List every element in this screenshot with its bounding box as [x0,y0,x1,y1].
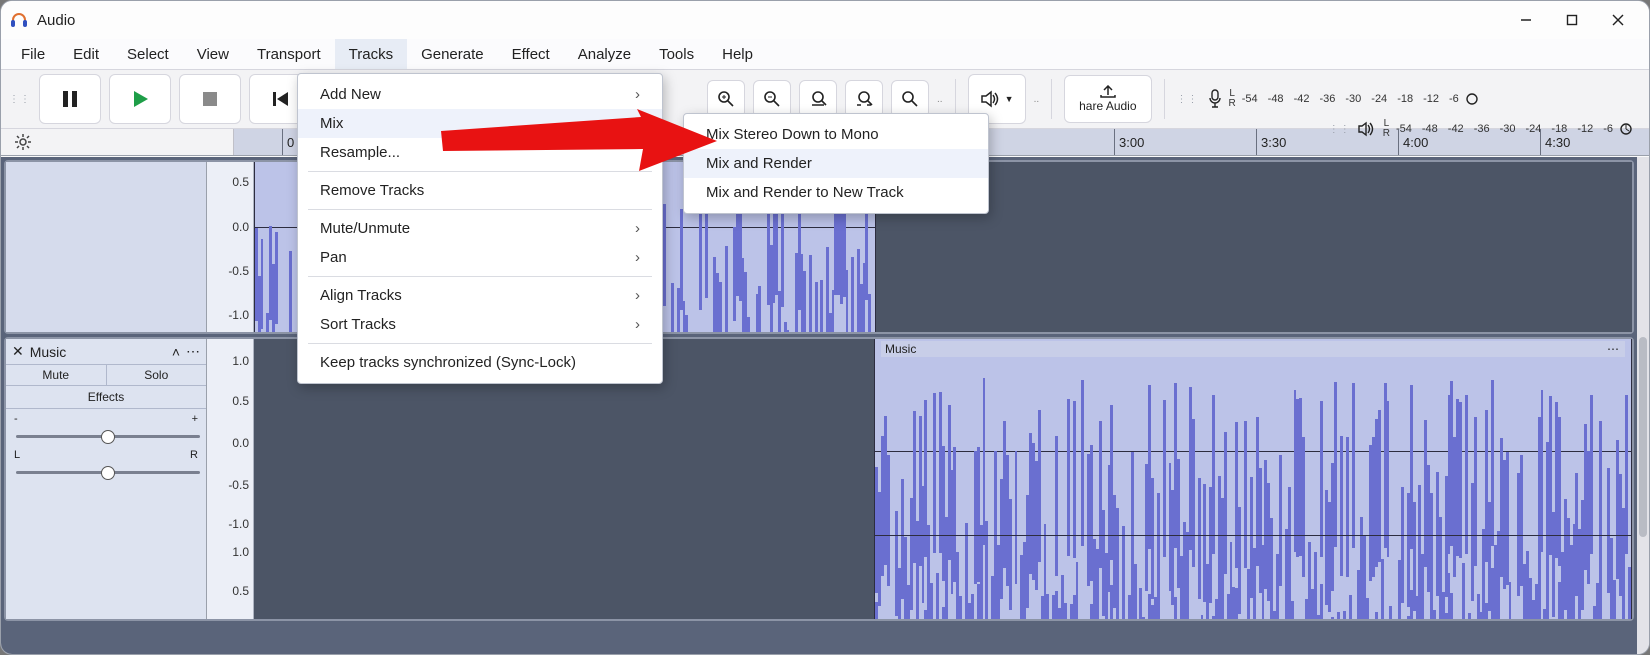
tracks-menu-item[interactable]: Mix› [298,109,662,138]
menu-view[interactable]: View [183,39,243,69]
toolbar-overflow[interactable]: .. [937,94,943,105]
track-1-panel [6,162,207,332]
tracks-menu-item[interactable]: Keep tracks synchronized (Sync-Lock) [298,348,662,377]
scrollbar-thumb[interactable] [1639,337,1647,537]
vertical-scrollbar[interactable] [1637,157,1649,654]
tracks-menu-item[interactable]: Add New› [298,80,662,109]
app-icon [9,10,29,30]
share-audio-label: hare Audio [1079,99,1136,113]
track-1-vscale: 0.5 0.0 -0.5 -1.0 [207,162,254,332]
app-window: Audio FileEditSelectViewTransportTracksG… [0,0,1650,655]
window-title: Audio [37,12,75,29]
stop-button[interactable] [179,74,241,124]
tracks-menu-item[interactable]: Mute/Unmute› [298,214,662,243]
menu-analyze[interactable]: Analyze [564,39,645,69]
menu-tracks[interactable]: Tracks [335,39,407,69]
maximize-button[interactable] [1549,1,1595,39]
close-button[interactable] [1595,1,1641,39]
upload-icon [1099,85,1117,99]
track-2-clip[interactable]: Music ⋯ [874,339,1632,619]
menu-effect[interactable]: Effect [498,39,564,69]
toolbar-grip[interactable]: ⋮⋮ [9,94,31,105]
timeline-tick: 4:00 [1398,129,1428,155]
track-2-menu-icon[interactable]: ⋯ [186,343,200,360]
tracks-menu: Add New›Mix›Resample... Remove Tracks Mute… [297,73,663,384]
mix-submenu-item[interactable]: Mix and Render [684,149,988,178]
track-2-effects-button[interactable]: Effects [6,386,206,409]
track-2-solo-button[interactable]: Solo [107,365,207,385]
track-2-clip-label: Music [885,342,916,356]
pause-button[interactable] [39,74,101,124]
menubar: FileEditSelectViewTransportTracksGenerat… [1,39,1649,69]
tracks-menu-item[interactable]: Align Tracks› [298,281,662,310]
track-2-pan-slider[interactable] [16,471,200,474]
titlebar: Audio [1,1,1649,39]
minimize-button[interactable] [1503,1,1549,39]
timeline-tick: 0 [282,129,294,155]
track-2-clip-menu-icon[interactable]: ⋯ [1607,342,1621,356]
track-2-close-icon[interactable]: ✕ [12,343,24,360]
record-meter[interactable]: LR -54-48-42-36-30-24-18-12-6 [1207,89,1479,109]
tracks-menu-item[interactable]: Resample... [298,138,662,167]
track-2-vscale: 1.0 0.5 0.0 -0.5 -1.0 1.0 0.5 [207,339,254,619]
track-2-panel: ✕ Music ˄ ⋯ Mute Solo Effects -+ LR [6,339,207,619]
menu-help[interactable]: Help [708,39,767,69]
play-button[interactable] [109,74,171,124]
mix-submenu-item[interactable]: Mix and Render to New Track [684,178,988,207]
menu-generate[interactable]: Generate [407,39,498,69]
menu-edit[interactable]: Edit [59,39,113,69]
share-audio-button[interactable]: hare Audio [1064,75,1151,123]
timeline-options-button[interactable] [1,129,234,155]
track-2-mute-button[interactable]: Mute [6,365,107,385]
menu-transport[interactable]: Transport [243,39,335,69]
track-2-collapse-icon[interactable]: ˄ [172,344,180,360]
mix-submenu: Mix Stereo Down to MonoMix and RenderMix… [683,113,989,214]
meter-grip-1[interactable]: ⋮⋮ [1177,94,1199,105]
tracks-area: 0.5 0.0 -0.5 -1.0 ✕ Music ˄ ⋯ [1,157,1637,654]
menu-select[interactable]: Select [113,39,183,69]
timeline-tick: 4:30 [1540,129,1570,155]
track-2[interactable]: ✕ Music ˄ ⋯ Mute Solo Effects -+ LR [4,337,1634,621]
tracks-menu-item[interactable]: Sort Tracks› [298,310,662,339]
record-meter-end-icon [1465,92,1479,106]
track-2-name: Music [30,344,166,360]
timeline-tick: 3:00 [1114,129,1144,155]
gear-icon [13,132,33,152]
timeline-tick: 3:30 [1256,129,1286,155]
menu-tools[interactable]: Tools [645,39,708,69]
tracks-menu-item[interactable]: Remove Tracks [298,176,662,205]
menu-file[interactable]: File [7,39,59,69]
microphone-icon [1207,89,1223,109]
mix-submenu-item[interactable]: Mix Stereo Down to Mono [684,120,988,149]
track-2-clip-header[interactable]: Music ⋯ [881,341,1625,357]
tracks-menu-item[interactable]: Pan› [298,243,662,272]
toolbar-overflow-2[interactable]: .. [1034,94,1040,105]
window-controls [1503,1,1641,39]
track-2-gain-slider[interactable] [16,435,200,438]
